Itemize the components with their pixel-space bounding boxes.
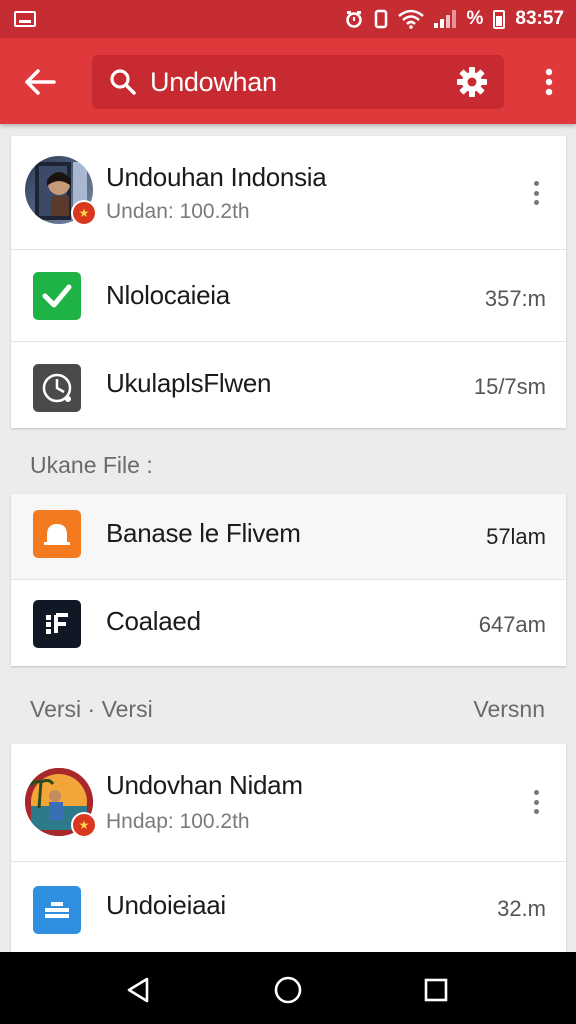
back-button[interactable] bbox=[18, 60, 62, 104]
item-title: Undoieiaai bbox=[106, 890, 226, 920]
item-size: 647am bbox=[478, 612, 546, 637]
item-title: Nlolocaieia bbox=[106, 280, 230, 310]
item-size: 357:m bbox=[484, 286, 546, 311]
item-size: 15/7sm bbox=[473, 374, 546, 399]
blue-doc-icon bbox=[33, 886, 81, 934]
list-item[interactable]: ★ Undovhan Nidam Hndap: 100.2th bbox=[11, 744, 566, 862]
battery-icon bbox=[493, 9, 506, 29]
circle-home-icon bbox=[274, 976, 302, 1004]
section-header-right: Versnn bbox=[473, 696, 545, 722]
more-vert-icon bbox=[545, 68, 553, 96]
list-item[interactable]: Coalaed 647am bbox=[11, 580, 566, 666]
badge-icon: ★ bbox=[71, 812, 97, 838]
avatar: ★ bbox=[25, 768, 97, 838]
list-item[interactable]: Undoieiaai 32.m bbox=[11, 862, 566, 952]
search-input[interactable]: Undowhan bbox=[150, 67, 452, 98]
badge-icon: ★ bbox=[71, 200, 97, 226]
triangle-back-icon bbox=[127, 977, 149, 1003]
item-size: 57lam bbox=[486, 524, 546, 549]
settings-button[interactable] bbox=[452, 62, 492, 102]
downloads-card: ★ Undouhan Indonsia Undan: 100.2th Nlolo… bbox=[11, 136, 566, 428]
green-check-icon bbox=[33, 272, 81, 320]
versions-card: ★ Undovhan Nidam Hndap: 100.2th Undoieia… bbox=[11, 744, 566, 952]
vibrate-icon bbox=[374, 9, 388, 29]
files-card: Banase le Flivem 57lam Coalaed 647am bbox=[11, 494, 566, 666]
dark-file-icon bbox=[33, 600, 81, 648]
navigation-bar bbox=[0, 952, 576, 1024]
item-title: Undouhan Indonsia bbox=[106, 162, 327, 192]
overflow-menu-button[interactable] bbox=[534, 64, 564, 100]
battery-percent-label: % bbox=[466, 8, 484, 29]
nav-back-button[interactable] bbox=[118, 970, 158, 1010]
gear-icon bbox=[457, 67, 487, 97]
square-recents-icon bbox=[424, 978, 448, 1002]
list-item[interactable]: Banase le Flivem 57lam bbox=[11, 494, 566, 580]
list-item[interactable]: ★ Undouhan Indonsia Undan: 100.2th bbox=[11, 136, 566, 250]
item-subtitle: Hndap: 100.2th bbox=[106, 810, 250, 833]
notification-icon bbox=[14, 11, 36, 27]
orange-bell-icon bbox=[33, 510, 81, 558]
list-item[interactable]: Nlolocaieia 357:m bbox=[11, 250, 566, 342]
search-icon bbox=[108, 67, 138, 97]
dark-clock-icon bbox=[33, 364, 81, 412]
search-box[interactable]: Undowhan bbox=[92, 55, 504, 109]
item-size: 32.m bbox=[497, 896, 546, 921]
row-more-button[interactable] bbox=[526, 785, 546, 819]
alarm-icon bbox=[344, 9, 364, 29]
item-title: Undovhan Nidam bbox=[106, 770, 303, 800]
avatar: ★ bbox=[25, 156, 97, 226]
list-item[interactable]: UkulaplsFlwen 15/7sm bbox=[11, 342, 566, 428]
nav-recents-button[interactable] bbox=[416, 970, 456, 1010]
item-title: Banase le Flivem bbox=[106, 518, 301, 548]
signal-icon bbox=[434, 10, 457, 28]
wifi-icon bbox=[398, 9, 425, 29]
item-title: UkulaplsFlwen bbox=[106, 368, 272, 398]
item-title: Coalaed bbox=[106, 606, 201, 636]
nav-home-button[interactable] bbox=[268, 970, 308, 1010]
row-more-button[interactable] bbox=[526, 176, 546, 210]
status-bar: % 83:57 bbox=[0, 0, 576, 38]
section-header: Versi · Versi bbox=[30, 696, 153, 722]
clock: 83:57 bbox=[515, 8, 564, 29]
toolbar: Undowhan bbox=[0, 38, 576, 124]
item-subtitle: Undan: 100.2th bbox=[106, 200, 250, 223]
section-header: Ukane File : bbox=[30, 452, 153, 478]
arrow-left-icon bbox=[25, 69, 56, 95]
